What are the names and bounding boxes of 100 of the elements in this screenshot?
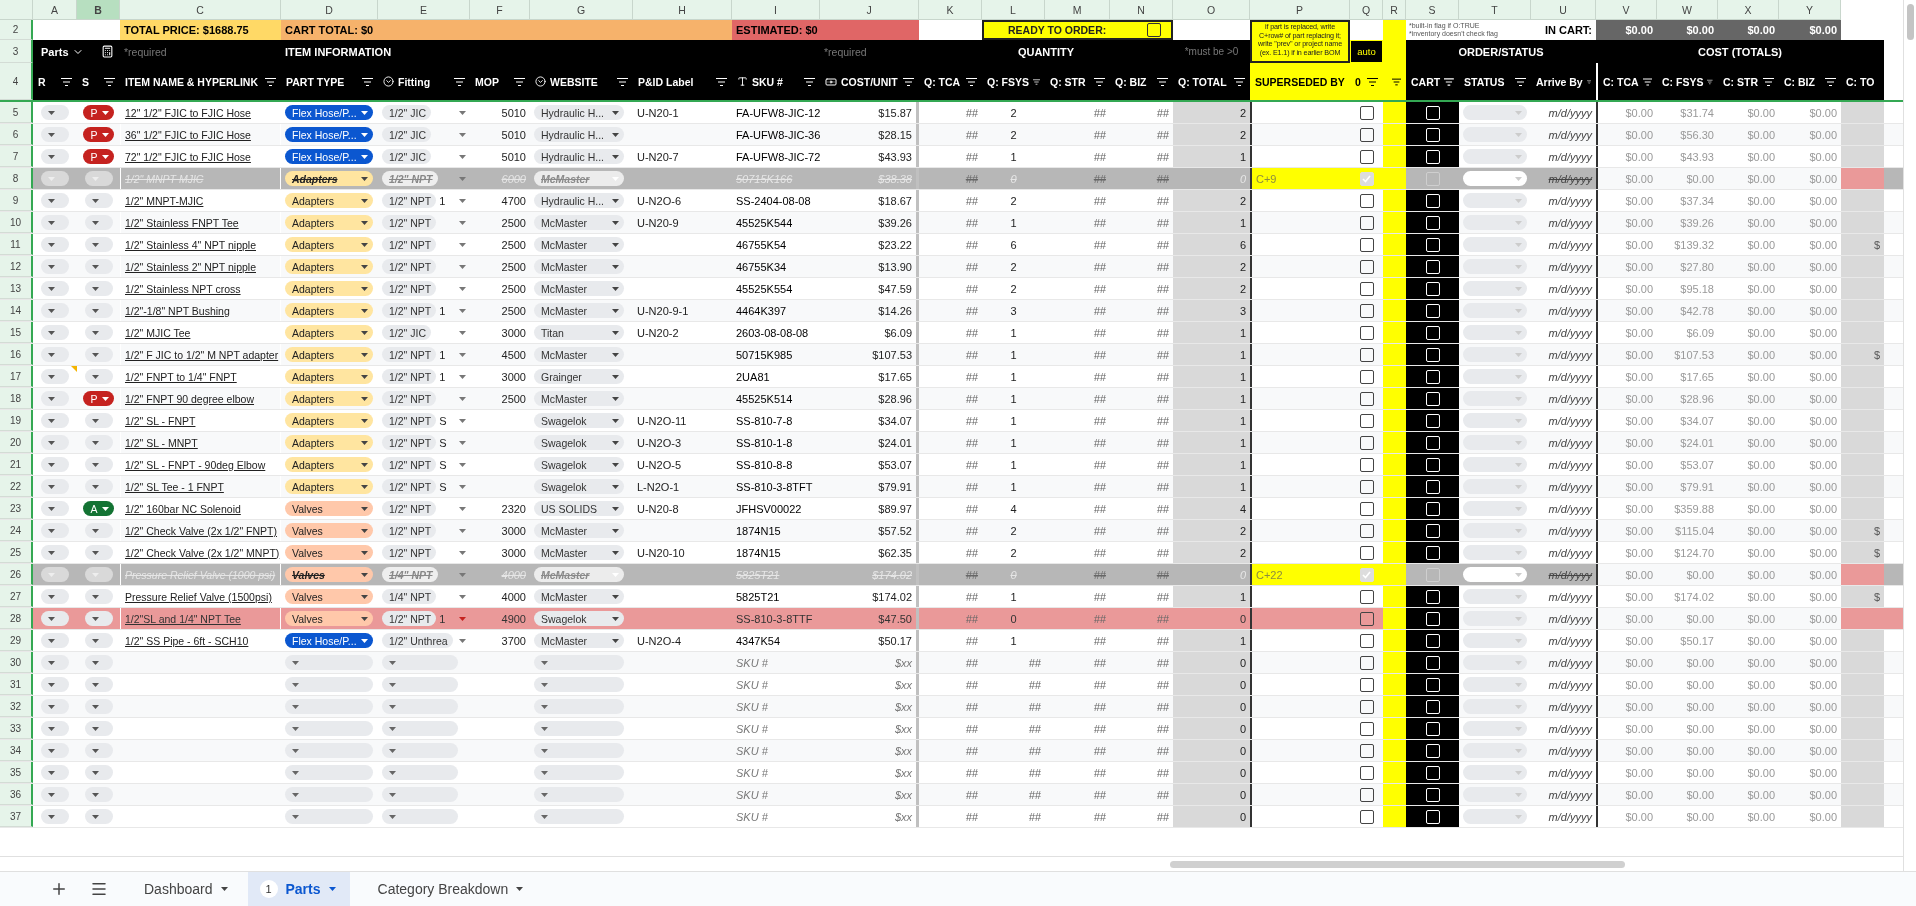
fitting-chip[interactable]: 1/2" NPT [382, 435, 437, 450]
date-cell[interactable]: m/d/yyyy [1531, 608, 1596, 629]
checkbox[interactable] [1147, 23, 1161, 37]
column-letter[interactable]: T [1459, 0, 1531, 20]
checkbox[interactable] [1359, 215, 1374, 230]
dropdown-chip[interactable] [41, 215, 69, 230]
dropdown-chip[interactable] [41, 369, 69, 384]
part-type-dropdown[interactable]: Valves [285, 589, 373, 604]
status-badge[interactable]: P [83, 391, 114, 406]
part-type-dropdown[interactable]: Flex Hose/P... [285, 127, 373, 142]
part-type-dropdown[interactable]: Flex Hose/P... [285, 105, 373, 120]
item-name-link[interactable]: 1/2"SL and 1/4" NPT Tee [120, 608, 281, 629]
website-dropdown[interactable]: McMaster [534, 545, 624, 560]
column-letter[interactable]: A [33, 0, 77, 20]
dropdown-chip[interactable] [84, 325, 113, 340]
fitting-chip[interactable]: 1/2" JIC [382, 149, 431, 164]
checkbox[interactable] [1359, 787, 1374, 802]
column-letter[interactable]: V [1596, 0, 1657, 20]
part-type-dropdown[interactable]: Adapters [285, 237, 373, 252]
checkbox[interactable] [1359, 501, 1374, 516]
dropdown-chip[interactable] [41, 281, 69, 296]
column-letter[interactable]: K [919, 0, 982, 20]
website-dropdown[interactable]: McMaster [534, 237, 624, 252]
part-type-dropdown[interactable]: Adapters [285, 479, 373, 494]
checkbox[interactable] [1359, 809, 1374, 824]
fitting-chip[interactable]: 1/2" Unthrea [382, 633, 453, 648]
part-type-dropdown[interactable]: Valves [285, 523, 373, 538]
dropdown-chip[interactable] [41, 149, 69, 164]
part-type-dropdown[interactable]: Adapters [285, 171, 373, 186]
website-dropdown[interactable]: McMaster [534, 303, 624, 318]
dropdown-chip[interactable] [84, 413, 113, 428]
checkbox[interactable] [1359, 699, 1374, 714]
item-name-link[interactable]: 1/2"-1/8" NPT Bushing [120, 300, 281, 321]
dropdown-chip[interactable] [41, 501, 69, 516]
status-badge[interactable]: P [83, 149, 114, 164]
dropdown-chip[interactable] [41, 435, 69, 450]
part-type-dropdown[interactable]: Adapters [285, 325, 373, 340]
item-name-link[interactable]: 1/2" SL - FNPT - 90deg Elbow [120, 454, 281, 475]
dropdown-chip[interactable] [84, 721, 113, 736]
item-name-link[interactable]: 1/2" F JIC to 1/2" M NPT adapter [120, 344, 281, 365]
dropdown-chip[interactable] [41, 677, 69, 692]
checkbox[interactable] [1359, 435, 1374, 450]
checkbox[interactable] [1359, 193, 1374, 208]
dropdown-chip[interactable] [84, 809, 113, 824]
column-letter[interactable]: F [470, 0, 530, 20]
item-name-link[interactable]: 1/2" SL Tee - 1 FNPT [120, 476, 281, 497]
part-type-dropdown[interactable]: Adapters [285, 347, 373, 362]
dropdown-chip[interactable] [84, 787, 113, 802]
checkbox[interactable] [1359, 523, 1374, 538]
part-type-dropdown[interactable]: Adapters [285, 259, 373, 274]
column-letter[interactable]: G [530, 0, 633, 20]
checkbox[interactable] [1359, 347, 1374, 362]
dropdown-chip[interactable] [41, 699, 69, 714]
dropdown-chip[interactable] [84, 435, 113, 450]
sheet-menu-button[interactable]: Parts [41, 45, 84, 58]
column-letter[interactable]: L [982, 0, 1045, 20]
part-type-dropdown[interactable]: Valves [285, 611, 373, 626]
fitting-chip[interactable]: 1/2" NPT [382, 237, 437, 252]
checkbox[interactable] [1359, 655, 1374, 670]
part-type-dropdown[interactable]: Adapters [285, 369, 373, 384]
column-letter[interactable]: P [1250, 0, 1350, 20]
fitting-chip[interactable]: 1/2" JIC [382, 105, 431, 120]
dropdown-chip[interactable] [84, 699, 113, 714]
checkbox[interactable] [1359, 633, 1374, 648]
website-dropdown[interactable]: Grainger [534, 369, 624, 384]
dropdown-chip[interactable] [84, 457, 113, 472]
dropdown-chip[interactable] [41, 325, 69, 340]
fitting-chip[interactable]: 1/2" NPT [382, 523, 437, 538]
column-letter[interactable]: Y [1779, 0, 1841, 20]
checkbox[interactable] [1359, 677, 1374, 692]
column-letter[interactable]: D [281, 0, 378, 20]
dropdown-chip[interactable] [84, 479, 113, 494]
website-dropdown[interactable]: McMaster [534, 391, 624, 406]
part-type-dropdown[interactable]: Adapters [285, 193, 373, 208]
dropdown-chip[interactable] [41, 721, 69, 736]
status-badge[interactable]: P [83, 105, 114, 120]
dropdown-chip[interactable] [41, 655, 69, 670]
dropdown-chip[interactable] [41, 413, 69, 428]
column-letter[interactable]: H [633, 0, 732, 20]
part-type-dropdown[interactable]: Flex Hose/P... [285, 633, 373, 648]
dropdown-chip[interactable] [84, 765, 113, 780]
column-letter[interactable]: J [820, 0, 919, 20]
column-letter[interactable]: O [1173, 0, 1250, 20]
website-dropdown[interactable]: McMaster [534, 259, 624, 274]
fitting-chip[interactable]: 1/2" NPT [382, 281, 437, 296]
dropdown-chip[interactable] [84, 589, 113, 604]
dropdown-chip[interactable] [84, 259, 113, 274]
fitting-chip[interactable]: 1/2" NPT [382, 303, 437, 318]
item-name-link[interactable]: 1/2" Stainless NPT cross [120, 278, 281, 299]
dropdown-chip[interactable] [84, 743, 113, 758]
column-letter[interactable]: I [732, 0, 820, 20]
scrollbar-thumb[interactable] [1170, 860, 1625, 868]
checkbox[interactable] [1359, 545, 1374, 560]
part-type-dropdown[interactable]: Valves [285, 567, 373, 582]
part-type-dropdown[interactable]: Adapters [285, 281, 373, 296]
dropdown-chip[interactable] [41, 589, 69, 604]
column-letter[interactable]: N [1110, 0, 1173, 20]
checkbox[interactable] [1359, 765, 1374, 780]
dropdown-chip[interactable] [84, 193, 113, 208]
part-type-dropdown[interactable]: Adapters [285, 457, 373, 472]
